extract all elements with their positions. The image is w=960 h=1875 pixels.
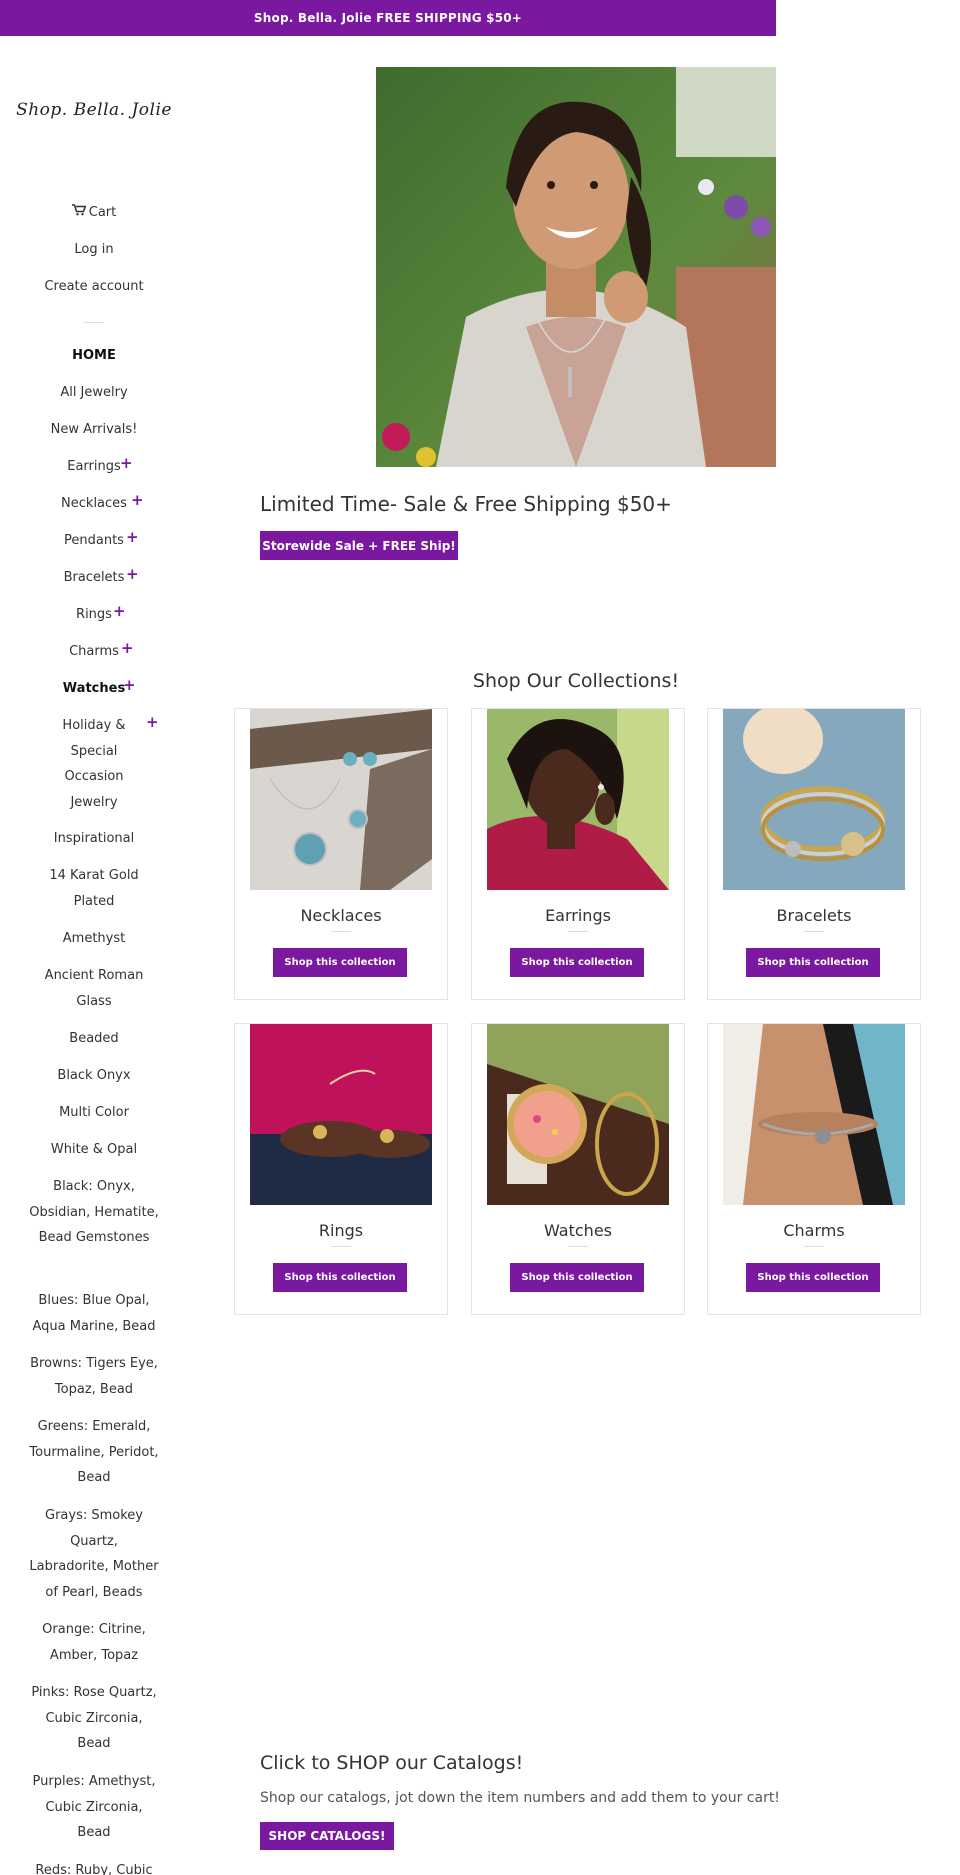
nav-browns[interactable]: Browns: Tigers Eye, Topaz, Bead xyxy=(29,1351,159,1402)
collection-card-bracelets[interactable]: Bracelets Shop this collection xyxy=(707,708,921,1000)
card-title: Earrings xyxy=(545,906,611,925)
expand-watches-icon[interactable]: + xyxy=(123,678,136,693)
collections-title: Shop Our Collections! xyxy=(472,670,680,692)
nav-blues[interactable]: Blues: Blue Opal, Aqua Marine, Bead xyxy=(29,1288,159,1339)
announcement-bar: Shop. Bella. Jolie FREE SHIPPING $50+ xyxy=(0,0,776,36)
shop-catalogs-button[interactable]: SHOP CATALOGS! xyxy=(260,1822,394,1850)
collection-card-watches[interactable]: Watches Shop this collection xyxy=(471,1023,685,1315)
nav-multi-color[interactable]: Multi Color xyxy=(34,1100,154,1126)
login-link[interactable]: Log in xyxy=(0,237,188,263)
nav-ancient-roman-glass[interactable]: Ancient Roman Glass xyxy=(39,963,149,1014)
shop-collection-button[interactable]: Shop this collection xyxy=(273,1263,407,1292)
nav-home[interactable]: HOME xyxy=(34,343,154,369)
card-title: Rings xyxy=(318,1221,364,1240)
nav-amethyst[interactable]: Amethyst xyxy=(34,926,154,952)
nav-earrings[interactable]: Earrings xyxy=(34,454,154,480)
nav-all-jewelry[interactable]: All Jewelry xyxy=(34,380,154,406)
nav-greens[interactable]: Greens: Emerald, Tourmaline, Peridot, Be… xyxy=(29,1414,159,1491)
storewide-sale-button[interactable]: Storewide Sale + FREE Ship! xyxy=(260,531,458,560)
nav-reds[interactable]: Reds: Ruby, Cubic xyxy=(29,1858,159,1875)
shop-collection-button[interactable]: Shop this collection xyxy=(510,948,644,977)
nav-white-opal[interactable]: White & Opal xyxy=(34,1137,154,1163)
catalog-description: Shop our catalogs, jot down the item num… xyxy=(260,1790,780,1806)
hero-image[interactable] xyxy=(376,67,776,467)
collection-card-necklaces[interactable]: Necklaces Shop this collection xyxy=(234,708,448,1000)
expand-charms-icon[interactable]: + xyxy=(121,641,134,656)
bracelets-image[interactable] xyxy=(723,709,905,890)
nav-black-gemstones[interactable]: Black: Onyx, Obsidian, Hematite, Bead Ge… xyxy=(29,1174,159,1251)
card-divider xyxy=(331,1246,351,1247)
earrings-image[interactable] xyxy=(487,709,669,890)
nav-new-arrivals[interactable]: New Arrivals! xyxy=(34,417,154,443)
expand-rings-icon[interactable]: + xyxy=(113,604,126,619)
nav-pinks[interactable]: Pinks: Rose Quartz, Cubic Zirconia, Bead xyxy=(29,1680,159,1757)
expand-holiday-icon[interactable]: + xyxy=(146,715,159,730)
nav-holiday[interactable]: Holiday & Special Occasion Jewelry xyxy=(49,713,139,815)
nav-grays[interactable]: Grays: Smokey Quartz, Labradorite, Mothe… xyxy=(29,1503,159,1605)
card-divider xyxy=(804,931,824,932)
card-title: Charms xyxy=(783,1221,845,1240)
rings-image[interactable] xyxy=(250,1024,432,1205)
catalog-title: Click to SHOP our Catalogs! xyxy=(260,1752,524,1774)
card-title: Necklaces xyxy=(300,906,382,925)
shop-collection-button[interactable]: Shop this collection xyxy=(746,1263,880,1292)
collection-card-charms[interactable]: Charms Shop this collection xyxy=(707,1023,921,1315)
expand-bracelets-icon[interactable]: + xyxy=(126,567,139,582)
card-title: Watches xyxy=(544,1221,612,1240)
nav-watches[interactable]: Watches xyxy=(34,676,154,702)
cart-link[interactable]: Cart xyxy=(0,200,188,226)
necklaces-image[interactable] xyxy=(250,709,432,890)
card-divider xyxy=(568,931,588,932)
nav-charms[interactable]: Charms xyxy=(34,639,154,665)
watches-image[interactable] xyxy=(487,1024,669,1205)
shop-collection-button[interactable]: Shop this collection xyxy=(273,948,407,977)
expand-pendants-icon[interactable]: + xyxy=(126,530,139,545)
nav-inspirational[interactable]: Inspirational xyxy=(34,826,154,852)
shop-collection-button[interactable]: Shop this collection xyxy=(510,1263,644,1292)
cart-icon xyxy=(71,200,87,226)
card-divider xyxy=(568,1246,588,1247)
nav-gold-plated[interactable]: 14 Karat Gold Plated xyxy=(44,863,144,914)
cart-label: Cart xyxy=(88,205,117,220)
store-logo[interactable]: Shop. Bella. Jolie xyxy=(0,100,188,120)
card-divider xyxy=(804,1246,824,1247)
expand-necklaces-icon[interactable]: + xyxy=(131,493,144,508)
charms-image[interactable] xyxy=(723,1024,905,1205)
expand-earrings-icon[interactable]: + xyxy=(120,456,133,471)
nav-purples[interactable]: Purples: Amethyst, Cubic Zirconia, Bead xyxy=(29,1769,159,1846)
create-account-link[interactable]: Create account xyxy=(0,274,188,300)
nav-rings[interactable]: Rings xyxy=(34,602,154,628)
collection-card-earrings[interactable]: Earrings Shop this collection xyxy=(471,708,685,1000)
collection-card-rings[interactable]: Rings Shop this collection xyxy=(234,1023,448,1315)
sidebar-divider xyxy=(84,322,104,323)
nav-beaded[interactable]: Beaded xyxy=(34,1026,154,1052)
hero-headline: Limited Time- Sale & Free Shipping $50+ xyxy=(260,492,672,516)
card-divider xyxy=(331,931,351,932)
card-title: Bracelets xyxy=(776,906,852,925)
nav-orange[interactable]: Orange: Citrine, Amber, Topaz xyxy=(34,1617,154,1668)
shop-collection-button[interactable]: Shop this collection xyxy=(746,948,880,977)
nav-black-onyx[interactable]: Black Onyx xyxy=(34,1063,154,1089)
